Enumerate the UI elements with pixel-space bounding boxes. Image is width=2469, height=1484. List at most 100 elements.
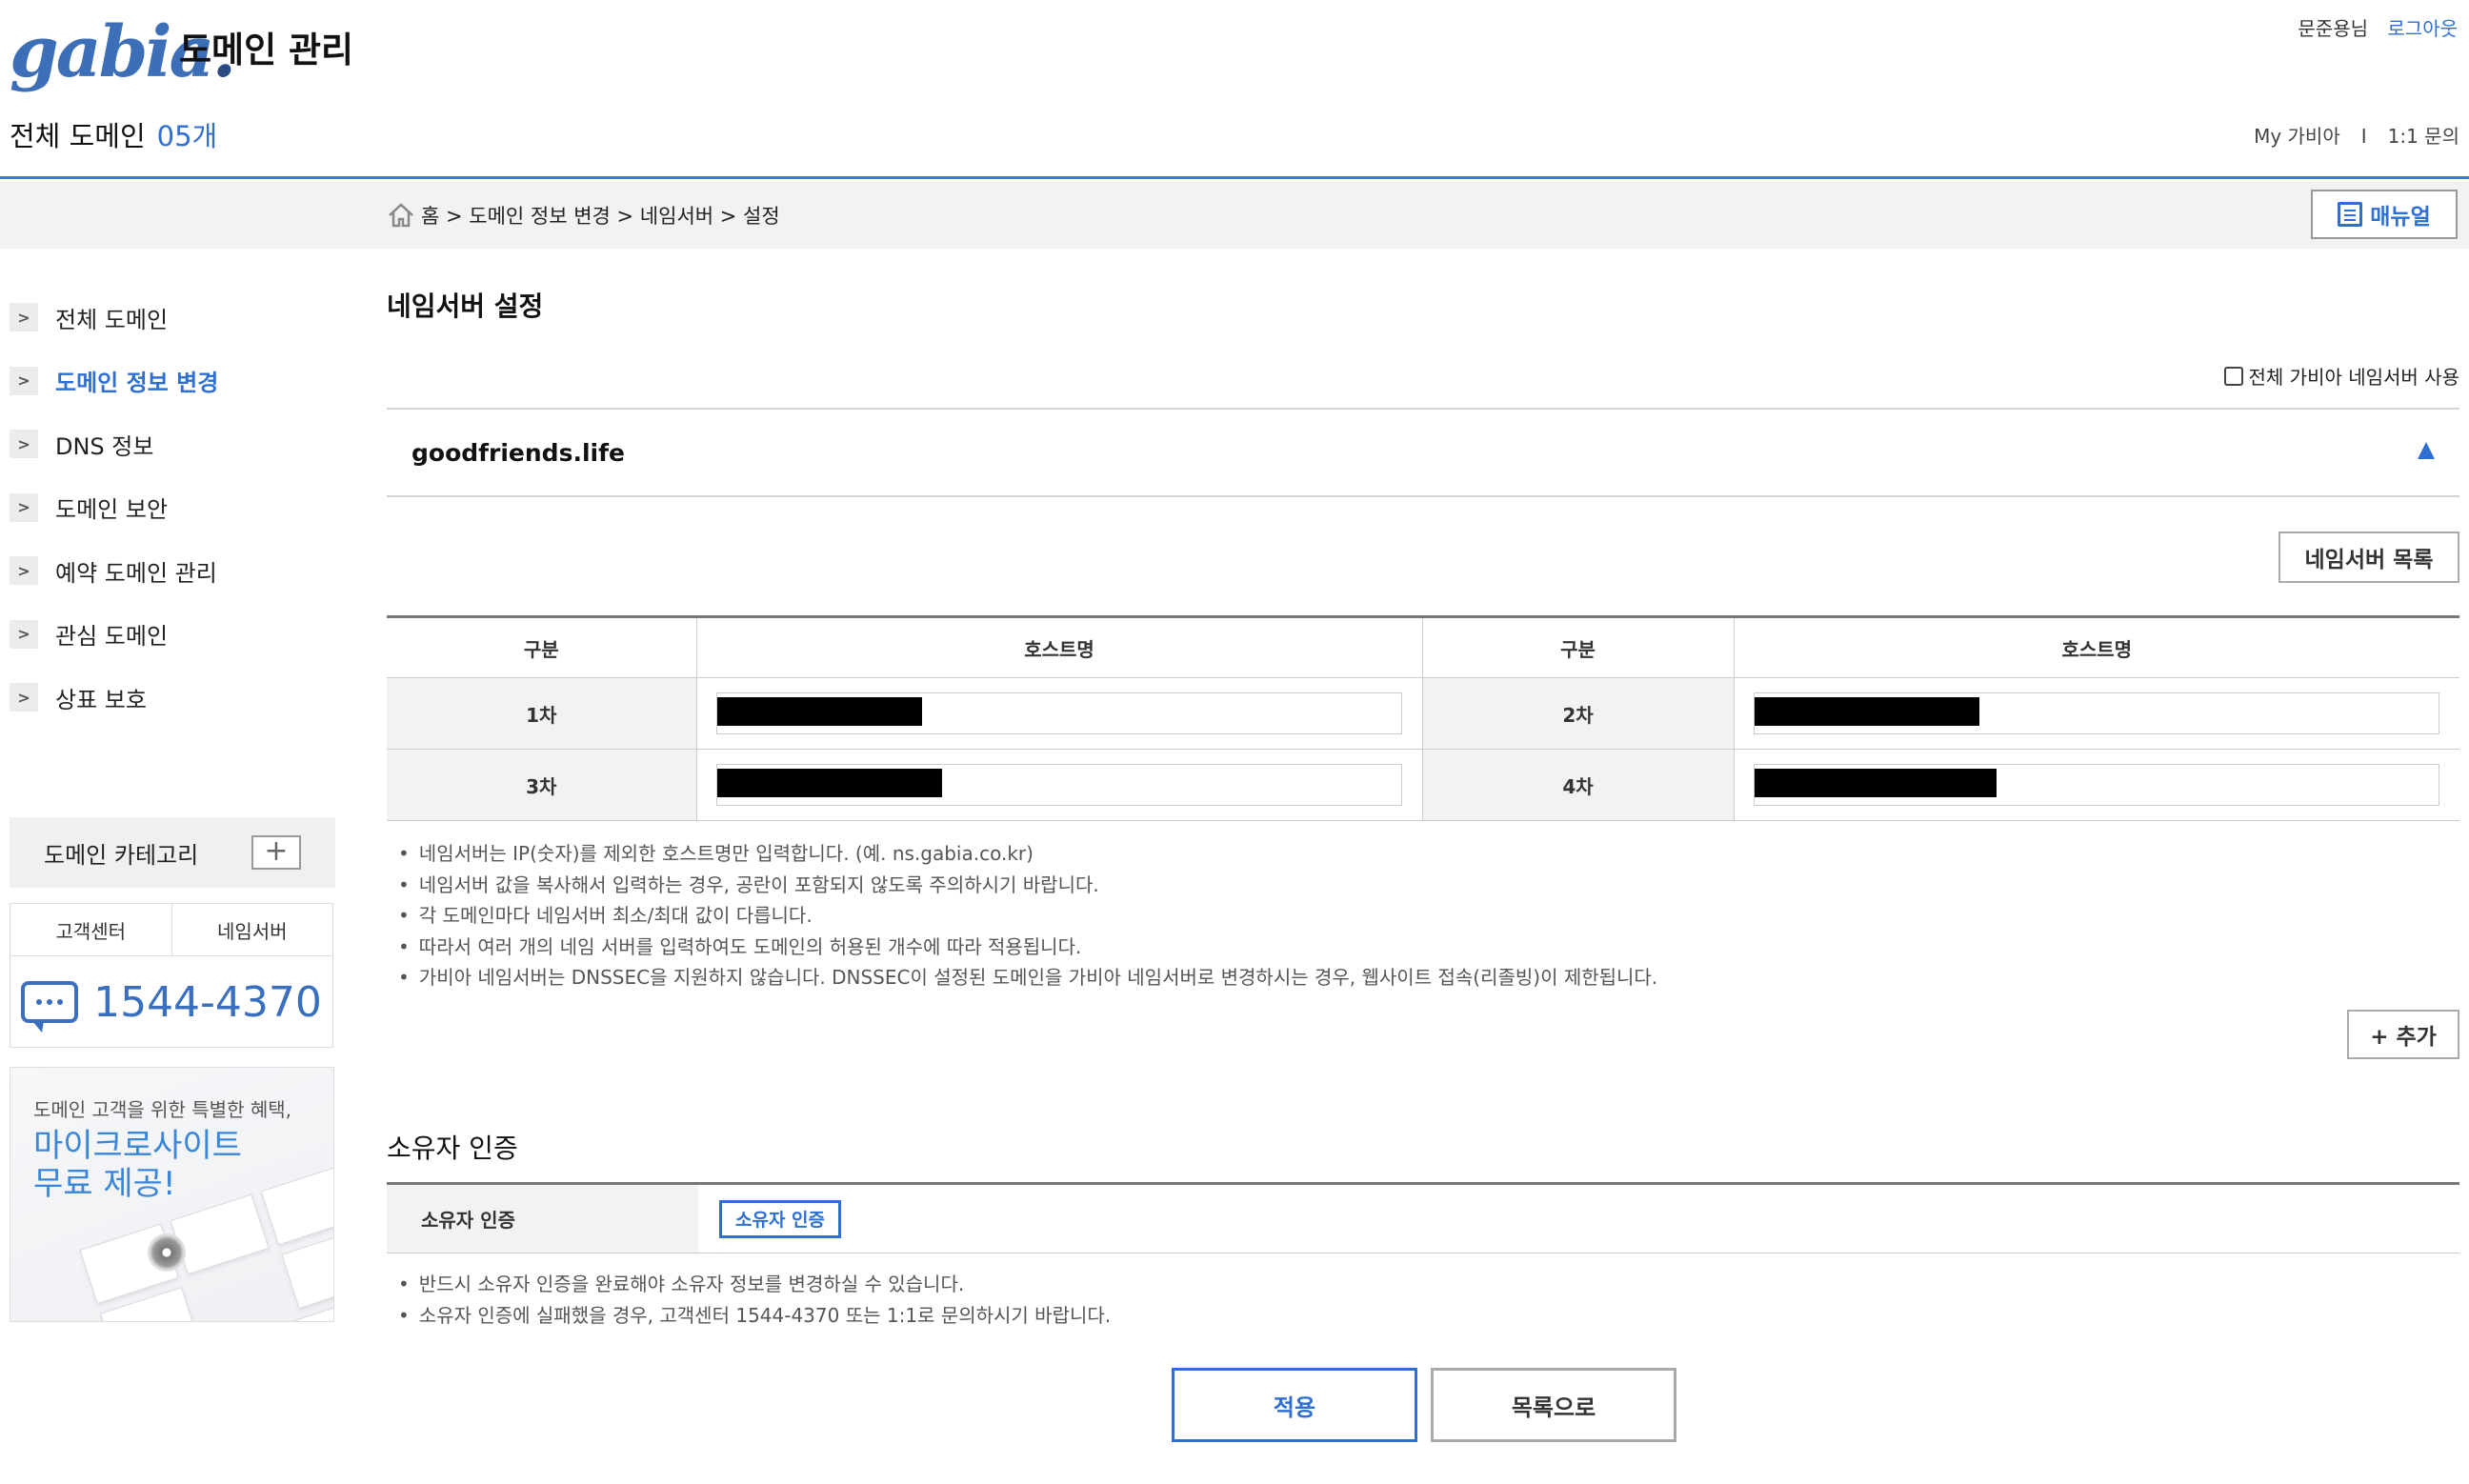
inquiry-link[interactable]: 1:1 문의 xyxy=(2388,125,2459,148)
chevron-right-icon: > xyxy=(10,430,38,459)
ns-4-cell xyxy=(1733,749,2459,821)
chevron-right-icon: > xyxy=(10,492,38,522)
sidebar-item-security[interactable]: > 도메인 보안 xyxy=(10,476,333,540)
manual-button[interactable]: 매뉴얼 xyxy=(2311,190,2458,239)
app-title: 도메인 관리 xyxy=(179,30,354,70)
owner-auth-title: 소유자 인증 xyxy=(387,1133,518,1164)
add-nameserver-button[interactable]: + 추가 xyxy=(2347,1010,2459,1059)
column-header: 호스트명 xyxy=(1733,616,2459,678)
main-content: 네임서버 설정 전체 가비아 네임서버 사용 goodfriends.life … xyxy=(387,286,2459,1442)
microsite-banner[interactable]: 도메인 고객을 위한 특별한 혜택, 마이크로사이트 무료 제공! xyxy=(10,1067,334,1322)
my-gabia-link[interactable]: My 가비아 xyxy=(2254,125,2340,148)
ns-1-cell xyxy=(695,677,1422,750)
table-row: 3차 4차 xyxy=(387,749,2459,821)
column-header: 구분 xyxy=(1421,616,1734,678)
owner-auth-cell: 소유자 인증 xyxy=(698,1185,2459,1253)
total-domain-count: 05개 xyxy=(156,120,218,152)
manual-icon xyxy=(2338,202,2363,227)
column-header: 호스트명 xyxy=(695,616,1422,678)
all-gabia-ns-label: 전체 가비아 네임서버 사용 xyxy=(2248,366,2459,389)
sidebar-item-label: 예약 도메인 관리 xyxy=(55,559,217,587)
sidebar-item-domain-info[interactable]: > 도메인 정보 변경 xyxy=(10,350,333,413)
chevron-right-icon: > xyxy=(10,556,38,586)
link-separator: I xyxy=(2360,125,2367,148)
apply-button[interactable]: 적용 xyxy=(1172,1368,1417,1442)
home-icon[interactable] xyxy=(387,202,415,229)
logout-link[interactable]: 로그아웃 xyxy=(2387,17,2458,40)
sidebar-item-label: 관심 도메인 xyxy=(55,623,169,651)
ns-3-cell xyxy=(695,749,1422,821)
header: gabia. 도메인 관리 문준용님 로그아웃 전체 도메인 05개 My 가비아… xyxy=(0,0,2469,179)
table-row: 1차 2차 xyxy=(387,677,2459,750)
redacted-value xyxy=(1754,697,1979,726)
column-header: 구분 xyxy=(387,616,696,678)
ns-1-input[interactable] xyxy=(715,692,1402,734)
ns-3-input[interactable] xyxy=(715,764,1402,806)
total-domain-label: 전체 도메인 xyxy=(10,120,146,152)
disc-icon xyxy=(148,1233,186,1272)
chevron-right-icon: > xyxy=(10,366,38,395)
note-item: 네임서버는 IP(숫자)를 제외한 호스트명만 입력합니다. (예. ns.ga… xyxy=(398,838,1657,870)
sidebar-item-reserved[interactable]: > 예약 도메인 관리 xyxy=(10,539,333,603)
banner-subtitle: 도메인 고객을 위한 특별한 혜택, xyxy=(33,1098,291,1121)
owner-auth-label: 소유자 인증 xyxy=(387,1185,698,1253)
cs-phone: 1544-4370 xyxy=(10,956,332,1048)
note-item: 각 도메인마다 네임서버 최소/최대 값이 다릅니다. xyxy=(398,900,1657,932)
breadcrumb-text: 홈 > 도메인 정보 변경 > 네임서버 > 설정 xyxy=(421,205,780,228)
sidebar-item-interest[interactable]: > 관심 도메인 xyxy=(10,603,333,667)
cs-tabs: 고객센터 네임서버 xyxy=(10,904,332,956)
redacted-value xyxy=(716,769,942,797)
domain-name: goodfriends.life xyxy=(412,438,625,467)
tab-nameserver[interactable]: 네임서버 xyxy=(172,904,333,955)
sidebar-item-label: DNS 정보 xyxy=(55,432,154,460)
page-title: 네임서버 설정 xyxy=(387,291,544,322)
chat-icon xyxy=(21,981,79,1033)
sidebar-item-label: 상표 보호 xyxy=(55,686,147,713)
owner-auth-button[interactable]: 소유자 인증 xyxy=(719,1199,842,1238)
all-gabia-ns-option[interactable]: 전체 가비아 네임서버 사용 xyxy=(2223,362,2459,390)
breadcrumb-bar: 홈 > 도메인 정보 변경 > 네임서버 > 설정 매뉴얼 xyxy=(0,182,2469,249)
note-item: 따라서 여러 개의 네임 서버를 입력하여도 도메인의 허용된 개수에 따라 적… xyxy=(398,932,1657,963)
breadcrumb: 홈 > 도메인 정보 변경 > 네임서버 > 설정 xyxy=(387,201,780,230)
collapse-triangle-icon[interactable] xyxy=(2418,442,2435,459)
ns-4-label: 4차 xyxy=(1421,749,1734,821)
user-name: 문준용님 xyxy=(2298,17,2369,40)
note-item: 소유자 인증에 실패했을 경우, 고객센터 1544-4370 또는 1:1로 … xyxy=(398,1300,1111,1332)
note-item: 가비아 네임서버는 DNSSEC을 지원하지 않습니다. DNSSEC이 설정된… xyxy=(398,962,1657,993)
user-area: 문준용님 로그아웃 xyxy=(2298,13,2458,41)
sidebar-item-trademark[interactable]: > 상표 보호 xyxy=(10,666,333,730)
sidebar-item-label: 도메인 정보 변경 xyxy=(55,370,219,397)
chevron-right-icon: > xyxy=(10,683,38,712)
chevron-right-icon: > xyxy=(10,303,38,332)
sidebar-nav: > 전체 도메인 > 도메인 정보 변경 > DNS 정보 > 도메인 보안 > 예약 도… xyxy=(10,286,333,730)
ns-2-input[interactable] xyxy=(1753,692,2439,734)
back-to-list-button[interactable]: 목록으로 xyxy=(1431,1368,1676,1442)
table-header-row: 구분 호스트명 구분 호스트명 xyxy=(387,616,2459,678)
total-domain[interactable]: 전체 도메인 05개 xyxy=(10,114,217,154)
sidebar-item-dns[interactable]: > DNS 정보 xyxy=(10,412,333,476)
domain-category: 도메인 카테고리 + xyxy=(10,817,335,888)
nameserver-table: 구분 호스트명 구분 호스트명 1차 2차 3차 4차 xyxy=(387,615,2459,821)
all-gabia-ns-checkbox[interactable] xyxy=(2223,366,2243,386)
tab-customer-center[interactable]: 고객센터 xyxy=(10,904,172,955)
redacted-value xyxy=(716,697,922,726)
ns-1-label: 1차 xyxy=(387,677,696,750)
nameserver-list-button[interactable]: 네임서버 목록 xyxy=(2278,531,2459,583)
phone-number: 1544-4370 xyxy=(93,977,322,1027)
sidebar-item-label: 도메인 보안 xyxy=(55,496,169,524)
banner-card xyxy=(256,1306,333,1321)
ns-3-label: 3차 xyxy=(387,749,696,821)
top-links: My 가비아 I 1:1 문의 xyxy=(2254,121,2459,149)
banner-card xyxy=(170,1193,270,1275)
owner-auth-table: 소유자 인증 소유자 인증 xyxy=(387,1182,2459,1253)
owner-notes: 반드시 소유자 인증을 완료해야 소유자 정보를 변경하실 수 있습니다. 소유… xyxy=(398,1269,1111,1332)
sidebar-item-label: 전체 도메인 xyxy=(55,306,169,333)
nameserver-notes: 네임서버는 IP(숫자)를 제외한 호스트명만 입력합니다. (예. ns.ga… xyxy=(398,838,1657,993)
add-category-button[interactable]: + xyxy=(251,835,301,870)
domain-row[interactable]: goodfriends.life xyxy=(387,408,2459,497)
sidebar-item-all-domains[interactable]: > 전체 도메인 xyxy=(10,286,333,350)
note-item: 반드시 소유자 인증을 완료해야 소유자 정보를 변경하실 수 있습니다. xyxy=(398,1269,1111,1300)
ns-4-input[interactable] xyxy=(1753,764,2439,806)
manual-label: 매뉴얼 xyxy=(2370,205,2431,230)
chevron-right-icon: > xyxy=(10,619,38,649)
